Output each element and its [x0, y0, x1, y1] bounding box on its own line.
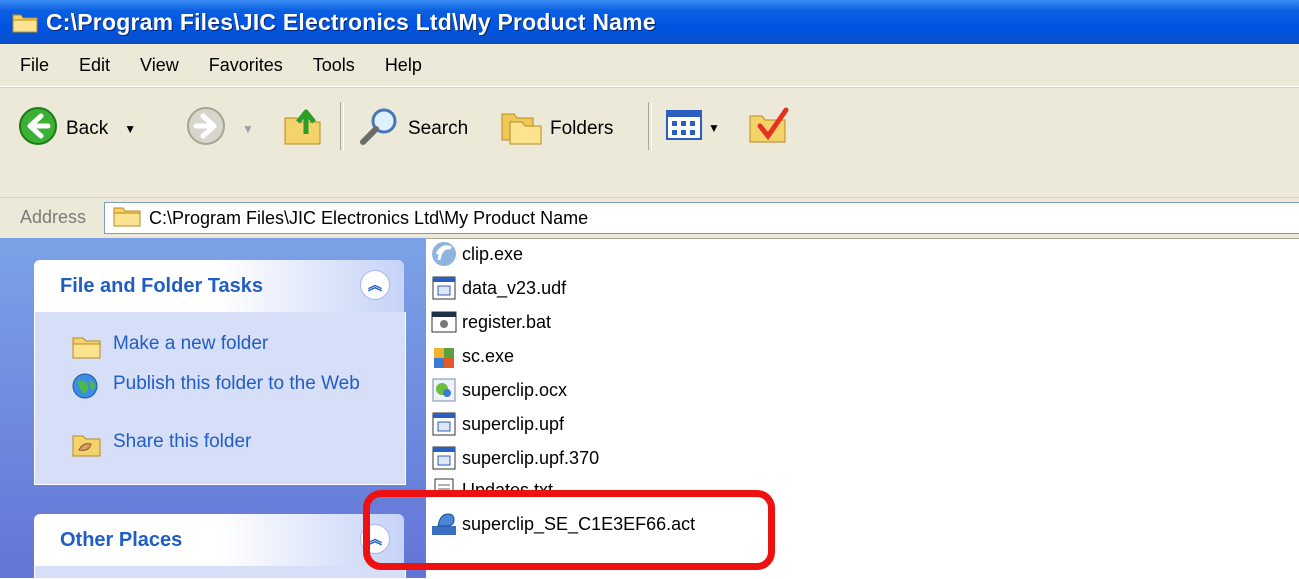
forward-arrow-icon [186, 106, 226, 152]
file-name: superclip.upf [462, 413, 565, 434]
menu-edit[interactable]: Edit [69, 55, 120, 76]
menu-file[interactable]: File [10, 55, 59, 76]
other-places-body [34, 566, 406, 579]
toolbar-separator [648, 102, 652, 150]
new-folder-icon [71, 332, 103, 360]
upf-file-icon [430, 444, 458, 472]
title-bar: C:\Program Files\JIC Electronics Ltd\My … [0, 0, 1299, 44]
list-item[interactable]: data_v23.udf [430, 272, 566, 304]
file-name: clip.exe [462, 243, 524, 264]
list-item[interactable]: superclip.upf.370 [430, 442, 599, 474]
folder-icon [12, 11, 38, 33]
batch-file-icon [430, 308, 458, 336]
search-label: Search [408, 118, 469, 139]
menu-favorites[interactable]: Favorites [199, 55, 293, 76]
file-name: data_v23.udf [462, 277, 567, 298]
globe-icon [71, 372, 103, 400]
menu-view[interactable]: View [130, 55, 189, 76]
other-places-header[interactable]: Other Places ︽ [34, 514, 404, 566]
folders-icon [500, 106, 542, 152]
back-button[interactable]: Back ▼ [18, 106, 136, 152]
toolbar: Back ▼ ▼ Search Folders ▼ [0, 87, 1299, 198]
ocx-file-icon [430, 376, 458, 404]
panel-title: File and Folder Tasks [60, 274, 264, 297]
address-bar: Address C:\Program Files\JIC Electronics… [0, 197, 1299, 239]
window-title: C:\Program Files\JIC Electronics Ltd\My … [46, 8, 656, 35]
chevron-down-icon[interactable]: ▼ [242, 122, 254, 136]
search-button[interactable]: Search [358, 106, 468, 152]
search-icon [358, 106, 400, 152]
menu-bar: File Edit View Favorites Tools Help [0, 44, 1299, 87]
task-publish-folder[interactable]: Publish this folder to the Web [71, 372, 383, 400]
folder-icon [113, 205, 141, 232]
address-input[interactable]: C:\Program Files\JIC Electronics Ltd\My … [104, 202, 1299, 234]
share-folder-icon [71, 430, 103, 458]
folder-checkmark-icon [748, 104, 790, 152]
task-label: Make a new folder [113, 333, 269, 354]
views-grid-icon [666, 108, 702, 148]
file-name: superclip.ocx [462, 379, 568, 400]
up-folder-button[interactable] [282, 104, 322, 152]
menu-tools[interactable]: Tools [303, 55, 365, 76]
task-share-folder[interactable]: Share this folder [71, 430, 383, 458]
list-item[interactable]: superclip.upf [430, 408, 564, 440]
file-folder-tasks-body: Make a new folder Publish this folder to… [34, 312, 406, 485]
list-item[interactable]: clip.exe [430, 238, 523, 270]
back-label: Back [66, 118, 109, 139]
folders-button[interactable]: Folders [500, 106, 613, 152]
toolbar-separator [340, 102, 344, 150]
folders-label: Folders [550, 118, 614, 139]
address-label: Address [20, 207, 87, 227]
task-label: Publish this folder to the Web [113, 373, 360, 394]
file-name: register.bat [462, 311, 552, 332]
chevron-down-icon[interactable]: ▼ [124, 122, 136, 136]
collapse-up-icon[interactable]: ︽ [360, 270, 390, 300]
file-name: sc.exe [462, 345, 515, 366]
folder-options-button[interactable] [748, 104, 790, 152]
up-folder-icon [282, 104, 322, 152]
forward-button[interactable]: ▼ [186, 106, 254, 152]
list-item[interactable]: sc.exe [430, 340, 514, 372]
file-name: superclip.upf.370 [462, 447, 600, 468]
views-button[interactable]: ▼ [666, 108, 720, 148]
panel-title: Other Places [60, 528, 183, 551]
back-arrow-icon [18, 106, 58, 152]
upf-file-icon [430, 410, 458, 438]
installer-exe-icon [430, 342, 458, 370]
list-item[interactable]: register.bat [430, 306, 551, 338]
list-item[interactable]: superclip.ocx [430, 374, 567, 406]
address-value: C:\Program Files\JIC Electronics Ltd\My … [149, 207, 589, 228]
highlight-box [363, 490, 775, 570]
task-make-new-folder[interactable]: Make a new folder [71, 332, 383, 360]
clip-exe-icon [430, 240, 458, 268]
udf-file-icon [430, 274, 458, 302]
file-folder-tasks-header[interactable]: File and Folder Tasks ︽ [34, 260, 404, 312]
task-label: Share this folder [113, 431, 252, 452]
chevron-down-icon[interactable]: ▼ [708, 121, 720, 135]
menu-help[interactable]: Help [375, 55, 432, 76]
